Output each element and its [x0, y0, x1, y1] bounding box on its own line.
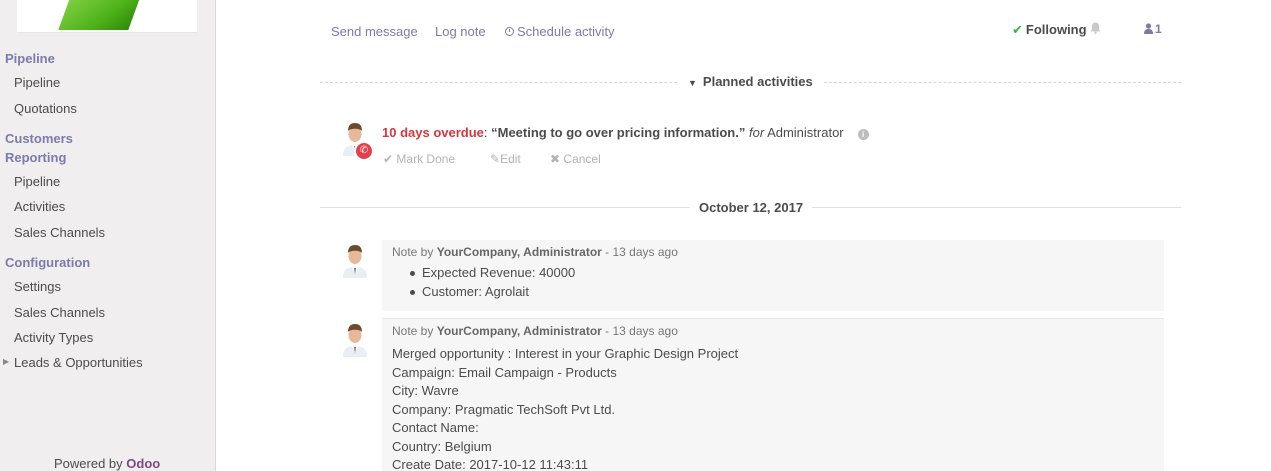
- message-line: Country: Belgium: [392, 438, 492, 454]
- message-note: Note by YourCompany, Administrator - 13 …: [382, 240, 1164, 311]
- close-icon: ✖: [550, 152, 561, 166]
- message-line: Campaign: Email Campaign - Products: [392, 364, 617, 380]
- activity-for: for: [748, 125, 765, 140]
- menu-section-customers[interactable]: Customers: [5, 131, 73, 146]
- menu-item-settings[interactable]: Settings: [14, 279, 61, 294]
- planned-activities-toggle[interactable]: ▼ Planned activities: [678, 74, 823, 89]
- message-line: Company: Pragmatic TechSoft Pvt Ltd.: [392, 401, 616, 417]
- check-icon: ✔: [383, 152, 394, 166]
- planned-activities-title: Planned activities: [702, 74, 813, 89]
- info-icon[interactable]: i: [857, 129, 869, 140]
- caret-right-icon[interactable]: ▶: [3, 357, 9, 366]
- message-body: Merged opportunity : Interest in your Gr…: [392, 346, 738, 471]
- message-kind: Note by: [392, 324, 434, 338]
- avatar: [340, 321, 370, 357]
- clock-icon: [505, 27, 514, 36]
- send-message-button[interactable]: Send message: [331, 24, 418, 39]
- odoo-link[interactable]: Odoo: [126, 456, 160, 471]
- menu-item-activity-types[interactable]: Activity Types: [14, 330, 93, 345]
- activity-assignee: Administrator: [767, 125, 844, 140]
- menu-section-reporting[interactable]: Reporting: [5, 150, 66, 165]
- menu-item-quotations[interactable]: Quotations: [14, 101, 77, 116]
- menu-item-leads-opportunities[interactable]: Leads & Opportunities: [14, 355, 143, 370]
- date-separator: October 12, 2017: [690, 200, 813, 215]
- followers-button[interactable]: 1: [1144, 22, 1162, 36]
- caret-down-icon: ▼: [688, 78, 697, 88]
- message-author[interactable]: YourCompany, Administrator: [437, 245, 602, 259]
- user-icon: [1144, 23, 1153, 34]
- list-item: Expected Revenue: 40000: [409, 265, 575, 284]
- message-line: Contact Name:: [392, 420, 479, 435]
- message-author[interactable]: YourCompany, Administrator: [437, 324, 602, 338]
- chatter-panel: Send message Log note Schedule activity …: [216, 0, 1271, 471]
- message-time: - 13 days ago: [605, 324, 678, 338]
- menu-item-pipeline[interactable]: Pipeline: [14, 75, 60, 90]
- menu-item-reporting-sales-channels[interactable]: Sales Channels: [14, 225, 105, 240]
- activity-line: 10 days overdue: “Meeting to go over pri…: [382, 125, 869, 140]
- company-logo: [17, 0, 197, 33]
- powered-by: Powered by Odoo: [54, 456, 160, 471]
- cancel-label: Cancel: [563, 152, 601, 166]
- message-tracking-list: Expected Revenue: 40000 Customer: Agrola…: [409, 265, 575, 303]
- mark-done-button[interactable]: ✔ Mark Done: [383, 152, 455, 166]
- activity-overdue: 10 days overdue: [382, 125, 484, 140]
- log-note-button[interactable]: Log note: [435, 24, 486, 39]
- app-sidebar: Pipeline Pipeline Quotations Customers R…: [0, 0, 216, 471]
- pencil-icon: ✎: [490, 152, 501, 166]
- menu-section-pipeline[interactable]: Pipeline: [5, 51, 55, 66]
- powered-by-text: Powered by: [54, 456, 123, 471]
- message-line: Create Date: 2017-10-12 11:43:11: [392, 457, 589, 471]
- phone-icon: ✆: [354, 141, 374, 161]
- edit-label: Edit: [500, 152, 521, 166]
- mark-done-label: Mark Done: [396, 152, 456, 166]
- schedule-activity-label: Schedule activity: [517, 24, 615, 39]
- message-header: Note by YourCompany, Administrator - 13 …: [392, 324, 678, 338]
- message-kind: Note by: [392, 245, 434, 259]
- following-button[interactable]: ✔ Following: [1012, 22, 1087, 38]
- following-label: Following: [1025, 22, 1087, 37]
- list-item: Customer: Agrolait: [409, 284, 575, 303]
- activity-summary: “Meeting to go over pricing information.…: [491, 125, 746, 140]
- schedule-activity-button[interactable]: Schedule activity: [505, 24, 615, 39]
- followers-count: 1: [1155, 22, 1162, 36]
- message-header: Note by YourCompany, Administrator - 13 …: [392, 245, 678, 259]
- menu-item-config-sales-channels[interactable]: Sales Channels: [14, 305, 105, 320]
- message-line: Merged opportunity : Interest in your Gr…: [392, 346, 739, 361]
- menu-section-configuration[interactable]: Configuration: [5, 255, 90, 270]
- message-time: - 13 days ago: [605, 245, 678, 259]
- bell-icon[interactable]: [1090, 22, 1101, 37]
- avatar: [340, 242, 370, 278]
- menu-item-activities[interactable]: Activities: [14, 199, 65, 214]
- check-icon: ✔: [1012, 22, 1023, 37]
- message-note: Note by YourCompany, Administrator - 13 …: [382, 318, 1164, 471]
- message-line: City: Wavre: [392, 383, 459, 398]
- cancel-activity-button[interactable]: ✖ Cancel: [550, 152, 601, 166]
- edit-activity-button[interactable]: ✎Edit: [490, 152, 521, 166]
- menu-item-reporting-pipeline[interactable]: Pipeline: [14, 174, 60, 189]
